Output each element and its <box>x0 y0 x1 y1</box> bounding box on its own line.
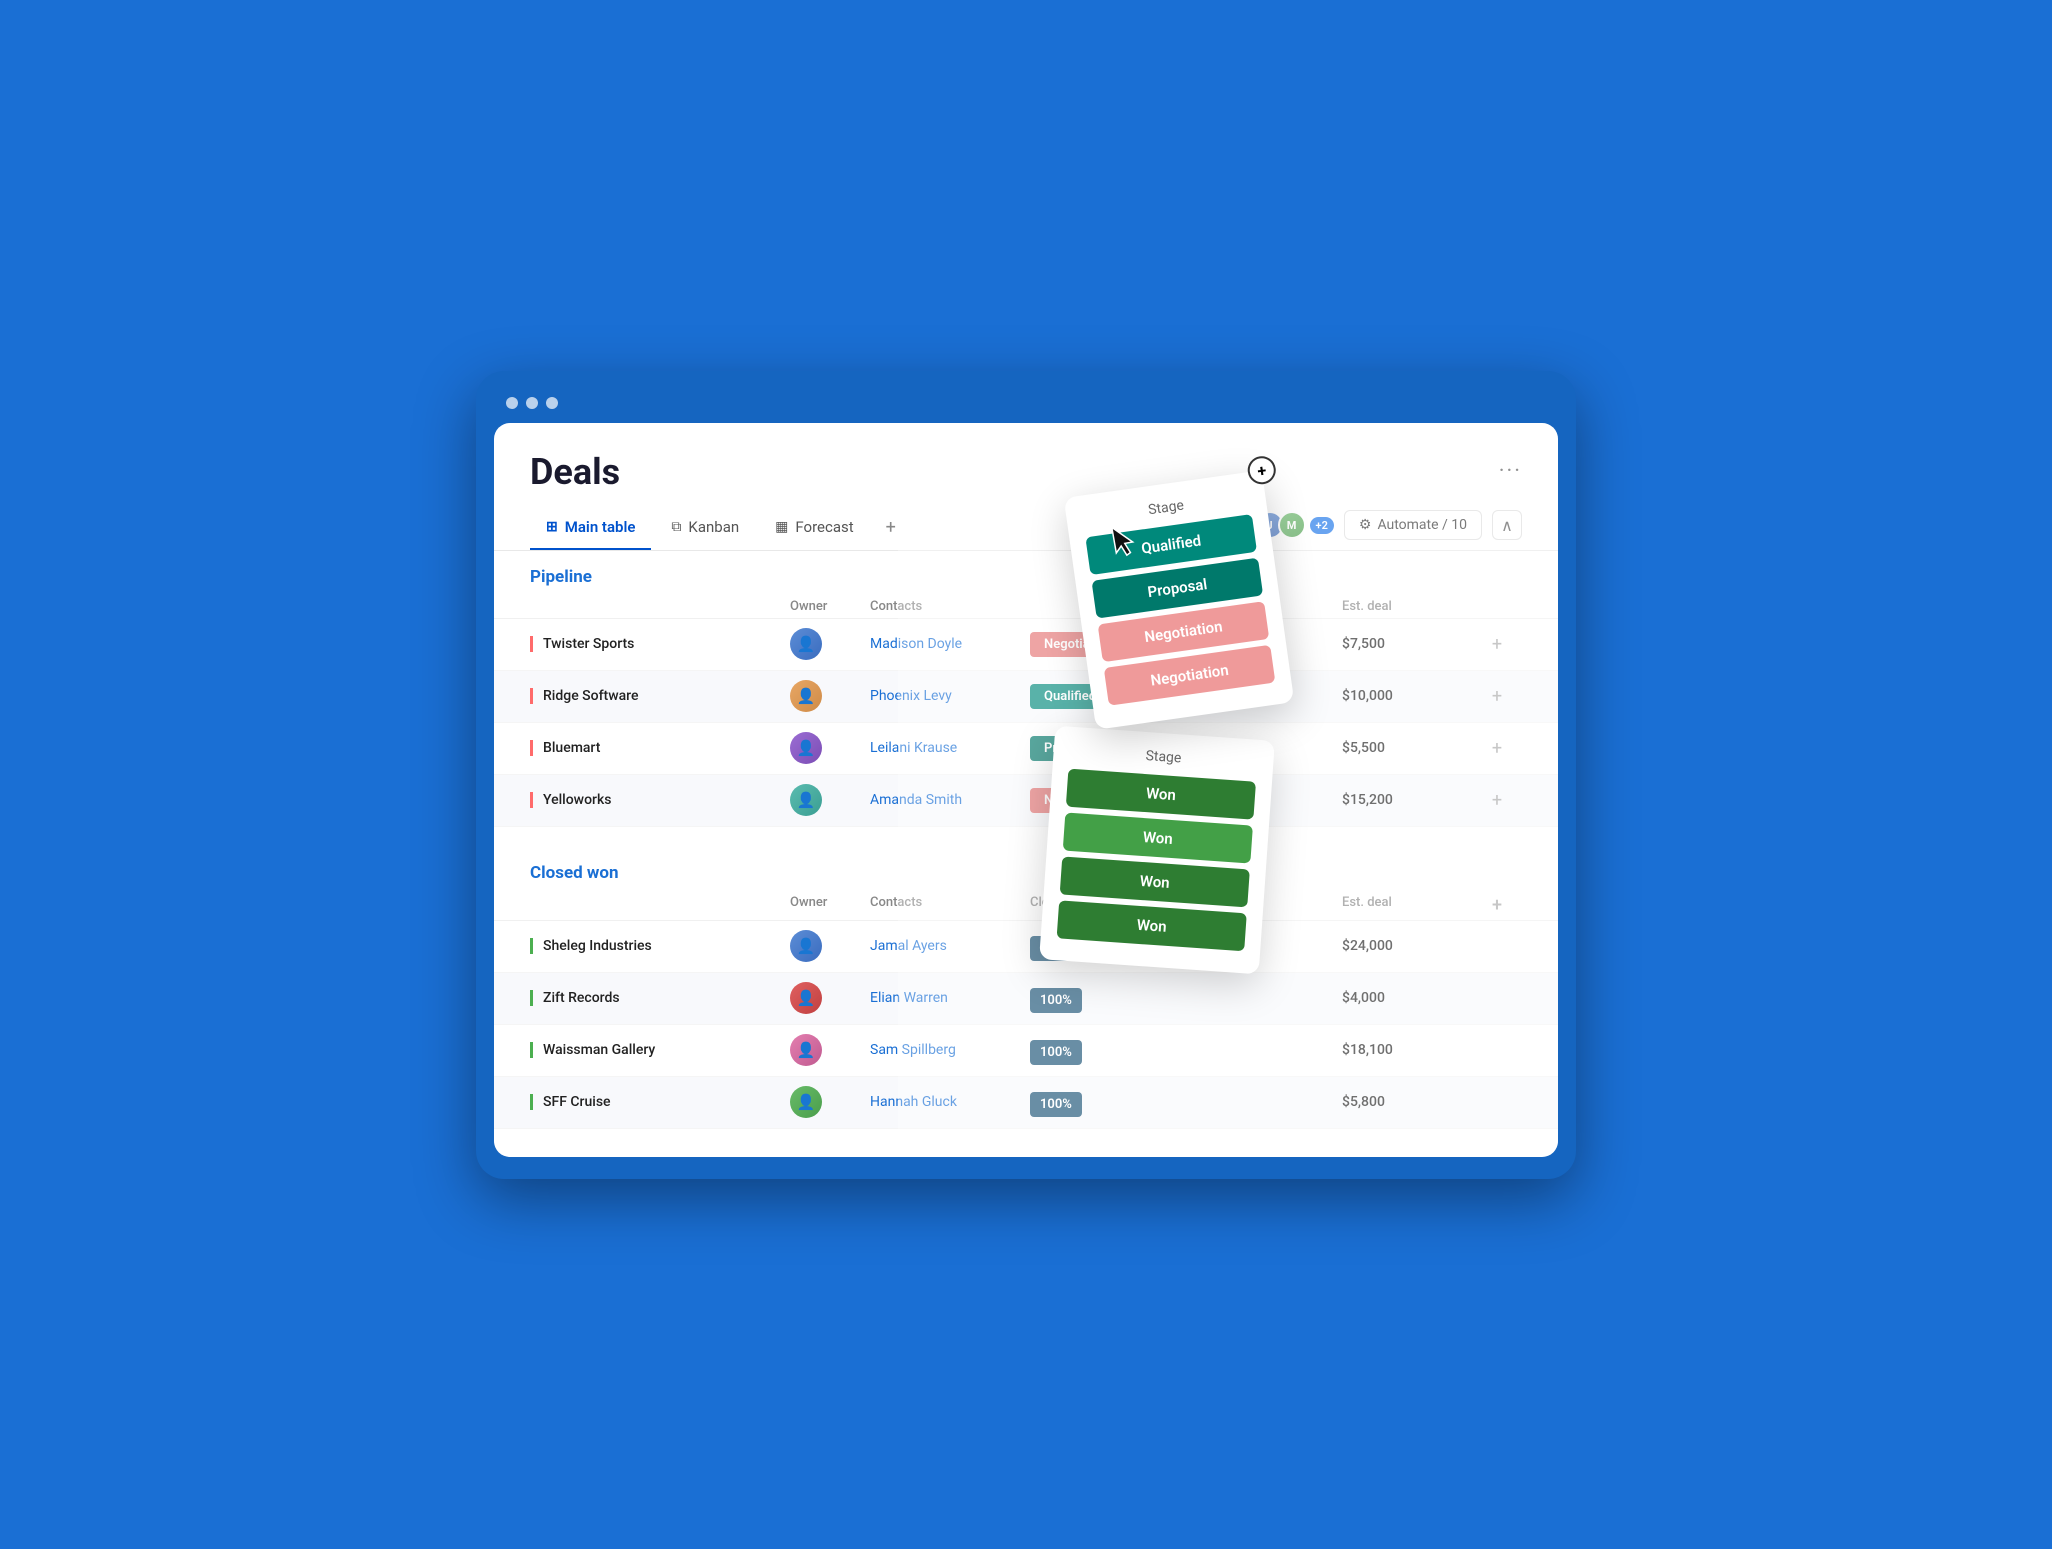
won-popup-title: Stage <box>1069 742 1258 771</box>
row-owner-avatar: 👤 <box>790 930 822 962</box>
closed-won-group-label: Closed won <box>530 863 619 883</box>
won-popup-item-2[interactable]: Won <box>1063 812 1253 863</box>
tab-main-table[interactable]: ⊞ Main table <box>530 510 651 550</box>
col-owner: Owner <box>790 599 870 614</box>
won-popup-item-3[interactable]: Won <box>1060 856 1250 907</box>
browser-frame: Deals ··· ⊞ Main table ⧉ Kanban ▦ Foreca… <box>476 371 1576 1179</box>
forecast-icon: ▦ <box>775 519 788 535</box>
row-company-name: Bluemart <box>530 740 790 756</box>
browser-dot-2 <box>526 397 538 409</box>
row-owner-avatar: 👤 <box>790 1034 822 1066</box>
row-owner-avatar: 👤 <box>790 784 822 816</box>
col-name <box>530 895 790 916</box>
tab-main-table-label: Main table <box>565 518 636 536</box>
row-owner-avatar: 👤 <box>790 1086 822 1118</box>
tab-forecast[interactable]: ▦ Forecast <box>759 510 869 550</box>
row-company-name: Twister Sports <box>530 636 790 652</box>
row-company-name: Ridge Software <box>530 688 790 704</box>
browser-titlebar <box>494 389 1558 423</box>
row-owner-avatar: 👤 <box>790 628 822 660</box>
tab-kanban-label: Kanban <box>688 518 739 536</box>
won-popup-item-1[interactable]: Won <box>1066 768 1256 819</box>
stage-popup[interactable]: + Stage Qualified Proposal Negotiation N… <box>1064 470 1295 730</box>
row-owner-avatar: 👤 <box>790 680 822 712</box>
won-popup[interactable]: Stage Won Won Won Won <box>1039 725 1275 974</box>
tab-kanban[interactable]: ⧉ Kanban <box>655 510 755 550</box>
pipeline-group-label: Pipeline <box>530 567 592 587</box>
row-company-name: Sheleg Industries <box>530 938 790 954</box>
row-company-name: SFF Cruise <box>530 1094 790 1110</box>
row-owner-avatar: 👤 <box>790 982 822 1014</box>
page-title: Deals <box>530 451 620 493</box>
main-table-icon: ⊞ <box>546 519 558 535</box>
browser-dot-3 <box>546 397 558 409</box>
col-owner: Owner <box>790 895 870 916</box>
row-company-name: Yelloworks <box>530 792 790 808</box>
won-popup-item-4[interactable]: Won <box>1057 900 1247 951</box>
kanban-icon: ⧉ <box>671 519 681 535</box>
browser-content: Deals ··· ⊞ Main table ⧉ Kanban ▦ Foreca… <box>494 423 1558 1157</box>
row-company-name: Zift Records <box>530 990 790 1006</box>
row-owner-avatar: 👤 <box>790 732 822 764</box>
row-company-name: Waissman Gallery <box>530 1042 790 1058</box>
tab-forecast-label: Forecast <box>795 518 853 536</box>
browser-dot-1 <box>506 397 518 409</box>
col-name <box>530 599 790 614</box>
